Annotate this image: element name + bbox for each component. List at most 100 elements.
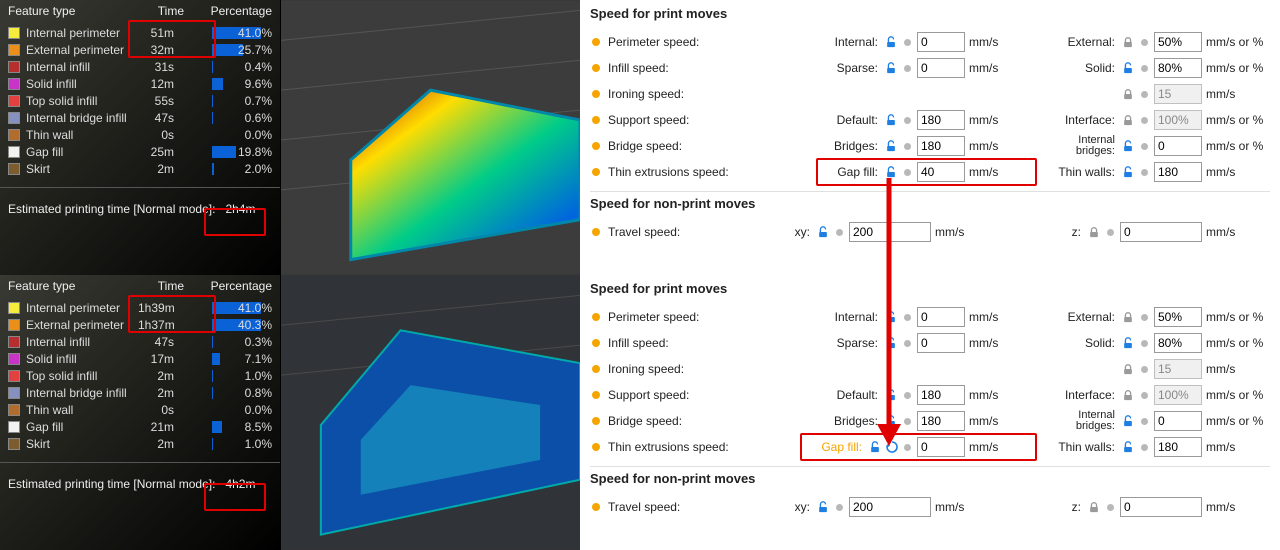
- lock-icon[interactable]: [884, 165, 898, 179]
- override-dot[interactable]: [1107, 504, 1114, 511]
- legend-row[interactable]: External perimeter32m25.7%: [8, 41, 272, 58]
- value-input[interactable]: [917, 385, 965, 405]
- lock-icon[interactable]: [1121, 310, 1135, 324]
- value-input[interactable]: [1120, 497, 1202, 517]
- value-input[interactable]: [1154, 437, 1202, 457]
- override-dot[interactable]: [904, 65, 911, 72]
- override-dot[interactable]: [904, 444, 911, 451]
- lock-icon[interactable]: [1121, 362, 1135, 376]
- lock-icon[interactable]: [1121, 35, 1135, 49]
- legend-row[interactable]: Skirt2m1.0%: [8, 435, 272, 452]
- override-dot[interactable]: [1141, 65, 1148, 72]
- legend-row[interactable]: Gap fill25m19.8%: [8, 143, 272, 160]
- lock-icon[interactable]: [1121, 139, 1135, 153]
- value-input[interactable]: [917, 437, 965, 457]
- legend-row[interactable]: Thin wall0s0.0%: [8, 401, 272, 418]
- lock-icon[interactable]: [816, 500, 830, 514]
- value-input[interactable]: [1154, 359, 1202, 379]
- override-dot[interactable]: [904, 340, 911, 347]
- value-input[interactable]: [917, 411, 965, 431]
- value-input[interactable]: [917, 333, 965, 353]
- override-dot[interactable]: [1141, 39, 1148, 46]
- legend-row[interactable]: Gap fill21m8.5%: [8, 418, 272, 435]
- legend-row[interactable]: Skirt2m2.0%: [8, 160, 272, 177]
- value-input[interactable]: [917, 58, 965, 78]
- override-dot[interactable]: [1141, 418, 1148, 425]
- override-dot[interactable]: [904, 169, 911, 176]
- override-dot[interactable]: [904, 418, 911, 425]
- lock-icon[interactable]: [884, 310, 898, 324]
- lock-icon[interactable]: [884, 414, 898, 428]
- lock-icon[interactable]: [884, 336, 898, 350]
- value-input[interactable]: [1154, 307, 1202, 327]
- lock-icon[interactable]: [884, 388, 898, 402]
- viewport-bottom[interactable]: Speed (mm/s) 240.0217.2193.5170.7147.012…: [280, 275, 580, 550]
- lock-icon[interactable]: [1121, 336, 1135, 350]
- legend-row[interactable]: Internal bridge infill47s0.6%: [8, 109, 272, 126]
- override-dot[interactable]: [904, 392, 911, 399]
- override-dot[interactable]: [904, 143, 911, 150]
- override-dot[interactable]: [1141, 117, 1148, 124]
- value-input[interactable]: [1120, 222, 1202, 242]
- legend-row[interactable]: External perimeter1h37m40.3%: [8, 316, 272, 333]
- override-dot[interactable]: [1141, 91, 1148, 98]
- override-dot[interactable]: [1141, 444, 1148, 451]
- legend-row[interactable]: Thin wall0s0.0%: [8, 126, 272, 143]
- legend-row[interactable]: Solid infill12m9.6%: [8, 75, 272, 92]
- override-dot[interactable]: [1107, 229, 1114, 236]
- value-input[interactable]: [1154, 385, 1202, 405]
- lock-icon[interactable]: [1121, 87, 1135, 101]
- lock-icon[interactable]: [1121, 61, 1135, 75]
- legend-row[interactable]: Internal bridge infill2m0.8%: [8, 384, 272, 401]
- lock-icon[interactable]: [884, 113, 898, 127]
- lock-icon[interactable]: [1121, 440, 1135, 454]
- legend-row[interactable]: Top solid infill55s0.7%: [8, 92, 272, 109]
- value-input[interactable]: [1154, 411, 1202, 431]
- lock-icon[interactable]: [1121, 165, 1135, 179]
- viewport-top[interactable]: Speed (mm/s) 201.3182.9165.1146.8128.411…: [280, 0, 580, 275]
- value-input[interactable]: [1154, 333, 1202, 353]
- value-input[interactable]: [1154, 136, 1202, 156]
- value-input[interactable]: [1154, 58, 1202, 78]
- color-swatch: [8, 421, 20, 433]
- lock-icon[interactable]: [884, 35, 898, 49]
- lock-icon[interactable]: [1087, 500, 1101, 514]
- value-input[interactable]: [917, 136, 965, 156]
- override-dot[interactable]: [1141, 392, 1148, 399]
- reset-icon[interactable]: [885, 440, 899, 454]
- lock-icon[interactable]: [1121, 414, 1135, 428]
- lock-icon[interactable]: [1121, 388, 1135, 402]
- lock-icon[interactable]: [884, 139, 898, 153]
- lock-icon[interactable]: [1087, 225, 1101, 239]
- legend-row[interactable]: Internal infill47s0.3%: [8, 333, 272, 350]
- override-dot[interactable]: [904, 314, 911, 321]
- legend-row[interactable]: Internal perimeter1h39m41.0%: [8, 299, 272, 316]
- value-input[interactable]: [1154, 32, 1202, 52]
- value-input[interactable]: [849, 497, 931, 517]
- value-input[interactable]: [917, 110, 965, 130]
- legend-row[interactable]: Internal perimeter51m41.0%: [8, 24, 272, 41]
- value-input[interactable]: [917, 307, 965, 327]
- lock-icon[interactable]: [816, 225, 830, 239]
- override-dot[interactable]: [1141, 169, 1148, 176]
- override-dot[interactable]: [836, 229, 843, 236]
- value-input[interactable]: [917, 32, 965, 52]
- value-input[interactable]: [1154, 84, 1202, 104]
- legend-row[interactable]: Internal infill31s0.4%: [8, 58, 272, 75]
- override-dot[interactable]: [836, 504, 843, 511]
- override-dot[interactable]: [904, 39, 911, 46]
- lock-icon[interactable]: [868, 440, 882, 454]
- override-dot[interactable]: [1141, 340, 1148, 347]
- legend-row[interactable]: Top solid infill2m1.0%: [8, 367, 272, 384]
- override-dot[interactable]: [1141, 366, 1148, 373]
- override-dot[interactable]: [1141, 314, 1148, 321]
- value-input[interactable]: [1154, 162, 1202, 182]
- lock-icon[interactable]: [1121, 113, 1135, 127]
- value-input[interactable]: [849, 222, 931, 242]
- override-dot[interactable]: [1141, 143, 1148, 150]
- value-input[interactable]: [1154, 110, 1202, 130]
- override-dot[interactable]: [904, 117, 911, 124]
- lock-icon[interactable]: [884, 61, 898, 75]
- legend-row[interactable]: Solid infill17m7.1%: [8, 350, 272, 367]
- value-input[interactable]: [917, 162, 965, 182]
